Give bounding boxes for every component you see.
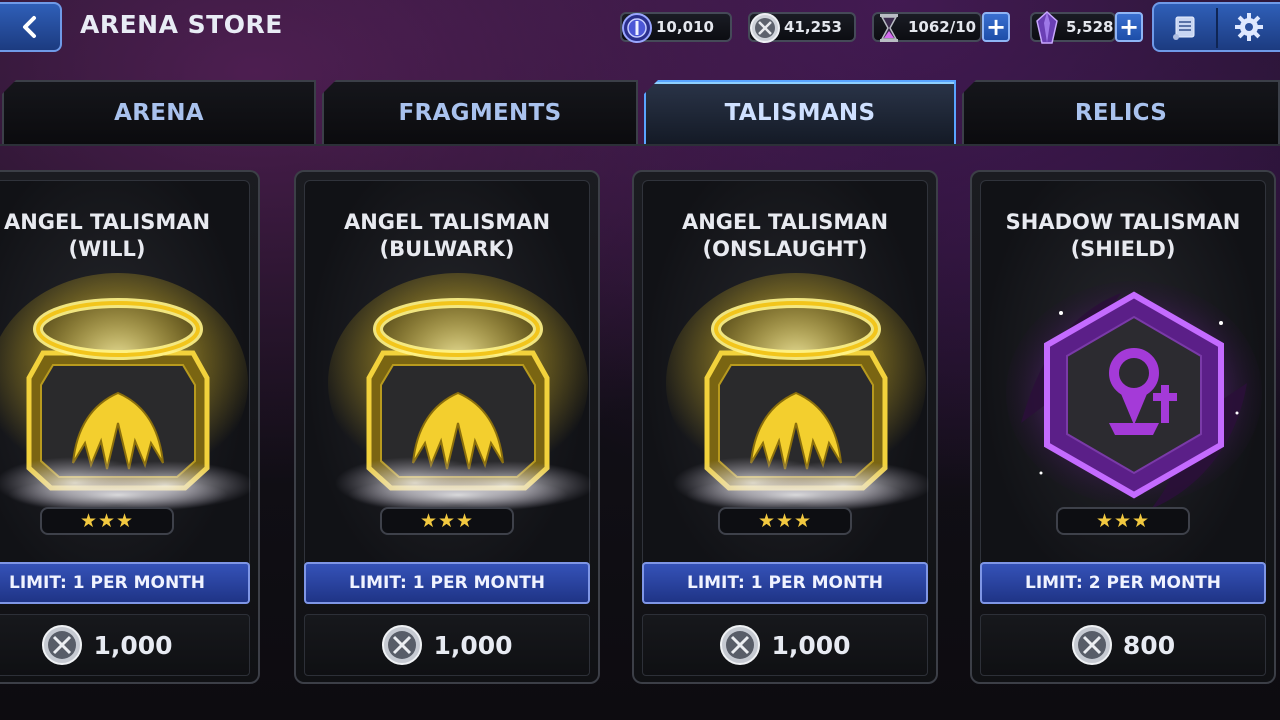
- item-title-line1: SHADOW TALISMAN: [1005, 210, 1241, 234]
- item-title-line1: ANGEL TALISMAN: [3, 210, 211, 234]
- tab-label: RELICS: [1074, 100, 1168, 126]
- item-title: ANGEL TALISMAN (BULWARK): [305, 209, 589, 263]
- purchase-limit-badge: LIMIT: 2 PER MONTH: [980, 562, 1266, 604]
- item-title: SHADOW TALISMAN (SHIELD): [981, 209, 1265, 263]
- item-title-line2: (SHIELD): [1070, 237, 1176, 261]
- page-title: ARENA STORE: [80, 10, 283, 39]
- arena-coin-icon: [382, 625, 423, 665]
- item-panel: ANGEL TALISMAN (WILL) ★★★: [0, 180, 251, 602]
- item-panel: ANGEL TALISMAN (BULWARK) ★★★: [304, 180, 591, 602]
- purchase-limit-badge: LIMIT: 1 PER MONTH: [642, 562, 928, 604]
- angel-talisman-image: [666, 273, 929, 513]
- arena-coin-icon: [720, 625, 761, 665]
- star-rating: ★★★: [718, 507, 852, 535]
- purchase-limit-label: LIMIT: 1 PER MONTH: [8, 573, 206, 593]
- energy-counter: 1062/10: [872, 12, 982, 42]
- purchase-limit-label: LIMIT: 1 PER MONTH: [686, 573, 884, 593]
- back-button[interactable]: [0, 2, 62, 52]
- item-title-line1: ANGEL TALISMAN: [681, 210, 889, 234]
- star-rating: ★★★: [1056, 507, 1190, 535]
- units-value: 10,010: [656, 18, 714, 36]
- hourglass-icon: [880, 14, 898, 42]
- store-item-card[interactable]: ANGEL TALISMAN (ONSLAUGHT) ★★★ LIMIT: 1 …: [632, 170, 938, 684]
- arena-coin-icon: [750, 13, 780, 43]
- tab-fragments[interactable]: FRAGMENTS: [322, 80, 638, 144]
- price-value: 1,000: [771, 630, 851, 660]
- add-energy-button[interactable]: +: [982, 12, 1010, 42]
- plus-icon: +: [1118, 13, 1140, 41]
- star-rating: ★★★: [40, 507, 174, 535]
- arena-coin-icon: [1071, 625, 1112, 665]
- store-item-card[interactable]: ANGEL TALISMAN (WILL) ★★★ LIMIT: 1 PER M…: [0, 170, 260, 684]
- scroll-icon: [1173, 16, 1195, 40]
- store-item-card[interactable]: SHADOW TALISMAN (SHIELD) ★★★ LIMIT: 2 PE…: [970, 170, 1276, 684]
- item-title-line2: (ONSLAUGHT): [702, 237, 868, 261]
- units-counter: 10,010: [620, 12, 732, 43]
- crystal-icon: [1036, 11, 1058, 44]
- tab-arena[interactable]: ARENA: [2, 80, 316, 144]
- tab-label: TALISMANS: [724, 100, 876, 126]
- tab-relics[interactable]: RELICS: [962, 80, 1280, 144]
- item-panel: SHADOW TALISMAN (SHIELD) ★★★: [980, 180, 1266, 602]
- arena-coin-icon: [42, 625, 83, 665]
- arena-coin-value: 41,253: [784, 18, 842, 36]
- star-rating: ★★★: [380, 507, 514, 535]
- angel-talisman-image: [328, 273, 591, 513]
- item-title-line2: (WILL): [68, 237, 146, 261]
- item-title-line2: (BULWARK): [379, 237, 515, 261]
- gear-icon: [1235, 13, 1263, 41]
- purchase-limit-label: LIMIT: 2 PER MONTH: [1024, 573, 1222, 593]
- price-value: 800: [1122, 630, 1176, 660]
- store-item-card[interactable]: ANGEL TALISMAN (BULWARK) ★★★ LIMIT: 1 PE…: [294, 170, 600, 684]
- tab-talismans[interactable]: TALISMANS: [644, 80, 956, 144]
- purchase-limit-badge: LIMIT: 1 PER MONTH: [0, 562, 250, 604]
- purchase-limit-label: LIMIT: 1 PER MONTH: [348, 573, 546, 593]
- buy-button[interactable]: 1,000: [642, 614, 928, 676]
- price-value: 1,000: [93, 630, 173, 660]
- price-value: 1,000: [433, 630, 513, 660]
- tab-label: ARENA: [114, 100, 204, 126]
- buy-button[interactable]: 800: [980, 614, 1266, 676]
- shadow-talisman-image: [1006, 281, 1262, 509]
- top-bar: ARENA STORE 10,010 41,253 1062/10 + 5,52…: [0, 0, 1280, 56]
- item-title: ANGEL TALISMAN (WILL): [0, 209, 249, 263]
- units-icon: [622, 13, 652, 43]
- energy-value: 1062/10: [908, 18, 977, 36]
- top-right-buttons: [1152, 2, 1280, 52]
- buy-button[interactable]: 1,000: [0, 614, 250, 676]
- arena-coin-counter: 41,253: [748, 12, 856, 43]
- chevron-left-icon: [23, 16, 36, 38]
- angel-talisman-image: [0, 273, 251, 513]
- settings-button[interactable]: [1218, 4, 1280, 50]
- item-title: ANGEL TALISMAN (ONSLAUGHT): [643, 209, 927, 263]
- tab-label: FRAGMENTS: [398, 100, 562, 126]
- item-title-line1: ANGEL TALISMAN: [343, 210, 551, 234]
- plus-icon: +: [985, 13, 1007, 41]
- buy-button[interactable]: 1,000: [304, 614, 590, 676]
- crystal-value: 5,528: [1066, 18, 1114, 36]
- purchase-limit-badge: LIMIT: 1 PER MONTH: [304, 562, 590, 604]
- store-info-button[interactable]: [1154, 4, 1216, 50]
- crystal-counter: 5,528: [1030, 11, 1116, 44]
- tab-divider: [0, 144, 1280, 146]
- add-crystals-button[interactable]: +: [1115, 12, 1143, 42]
- item-panel: ANGEL TALISMAN (ONSLAUGHT) ★★★: [642, 180, 929, 602]
